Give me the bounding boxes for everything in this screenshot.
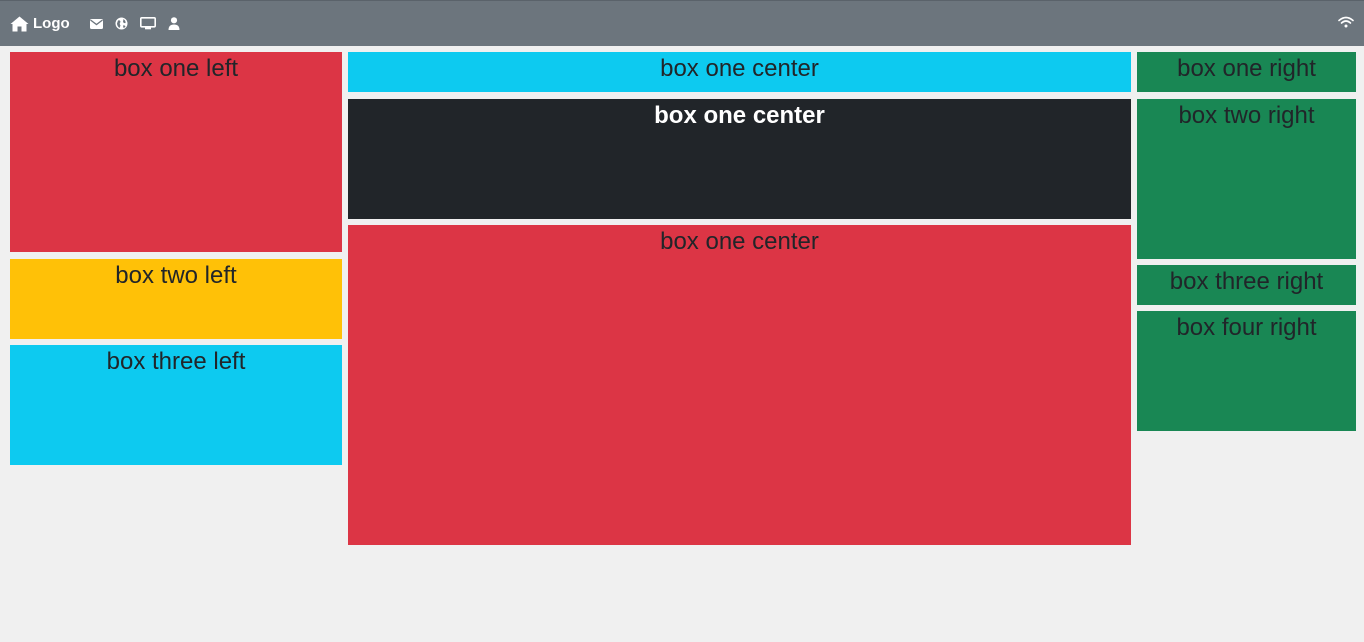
box-two-right-label: box two right: [1178, 102, 1315, 129]
box-three-left: box three left: [10, 345, 342, 465]
box-one-left: box one left: [10, 52, 342, 252]
wifi-icon: [1338, 15, 1354, 33]
box-one-center-bottom-label: box one center: [660, 228, 819, 255]
monitor-icon[interactable]: [139, 17, 156, 30]
box-one-center-bottom: box one center: [348, 225, 1131, 545]
box-three-right-label: box three right: [1169, 268, 1324, 295]
box-three-left-label: box three left: [106, 348, 246, 375]
box-two-left: box two left: [10, 259, 342, 339]
box-one-left-label: box one left: [113, 55, 239, 82]
box-one-center-middle-label: box one center: [654, 102, 825, 129]
box-three-right: box three right: [1137, 265, 1356, 305]
user-icon[interactable]: [168, 17, 180, 30]
home-icon: [10, 16, 29, 32]
box-one-center-top: box one center: [348, 52, 1131, 92]
navbar-icons: [89, 17, 180, 30]
box-two-left-label: box two left: [115, 262, 237, 289]
box-one-center-top-label: box one center: [660, 55, 819, 82]
box-one-right: box one right: [1137, 52, 1356, 92]
wifi-button[interactable]: [1338, 15, 1354, 33]
box-one-right-label: box one right: [1177, 55, 1316, 82]
box-four-right: box four right: [1137, 311, 1356, 431]
envelope-icon[interactable]: [89, 18, 103, 29]
brand-link[interactable]: Logo: [10, 15, 70, 32]
globe-icon[interactable]: [115, 17, 128, 30]
box-one-center-middle: box one center: [348, 99, 1131, 219]
box-four-right-label: box four right: [1176, 314, 1317, 341]
brand-label: Logo: [33, 15, 70, 32]
navbar: Logo: [0, 0, 1364, 46]
box-two-right: box two right: [1137, 99, 1356, 259]
